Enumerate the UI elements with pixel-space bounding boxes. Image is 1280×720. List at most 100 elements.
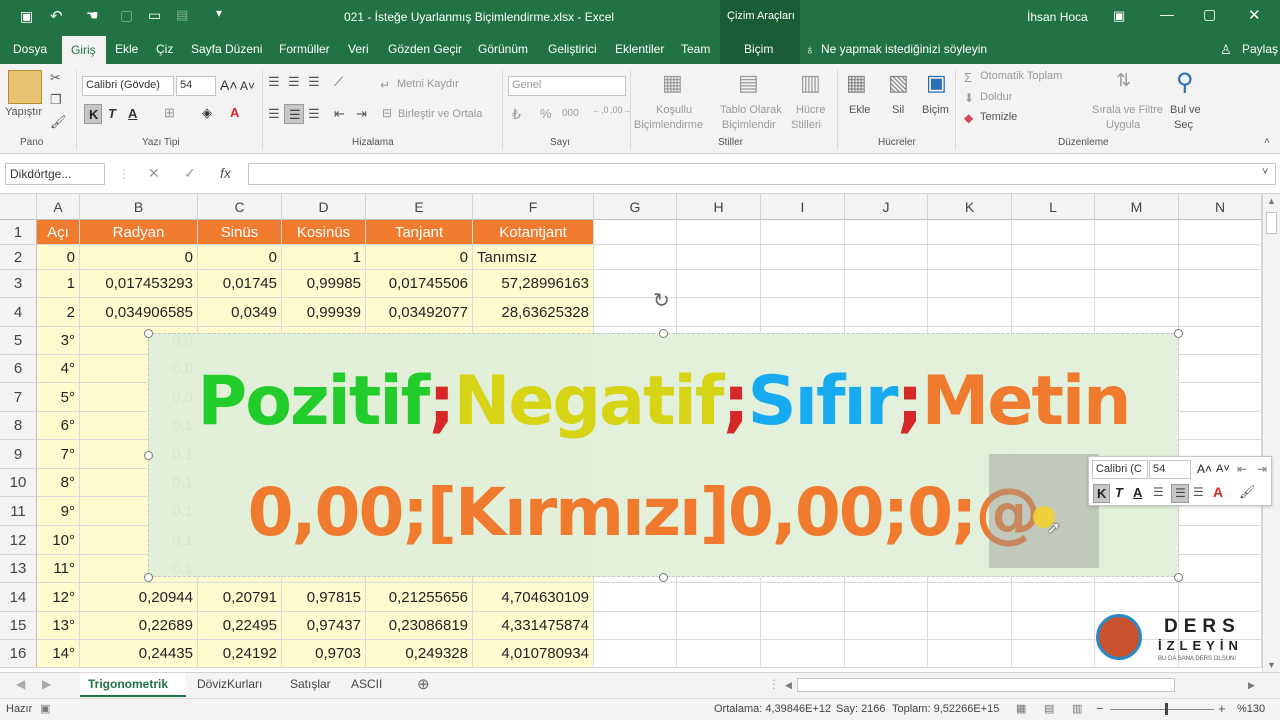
align-top-icon[interactable]: ☰ <box>268 74 280 90</box>
tab-gorunum[interactable]: Görünüm <box>478 42 528 56</box>
share-button[interactable]: Paylaş <box>1242 42 1278 56</box>
find-select-label2[interactable]: Seç <box>1174 119 1193 131</box>
scroll-down-icon[interactable]: ▼ <box>1267 660 1276 670</box>
delete-cells-icon[interactable]: ▧ <box>888 70 909 96</box>
table-cell[interactable]: 1 <box>282 245 366 270</box>
rotate-handle-icon[interactable]: ↻ <box>653 288 670 313</box>
decrease-decimal-icon[interactable]: ,00→ <box>610 105 632 115</box>
table-cell[interactable]: 0 <box>80 245 198 270</box>
cell[interactable] <box>1179 245 1262 270</box>
cell[interactable] <box>1179 383 1262 412</box>
table-cell[interactable]: 0 <box>198 245 282 270</box>
table-header-cell[interactable]: Sinüs <box>198 220 282 245</box>
zoom-slider-track[interactable] <box>1110 709 1214 710</box>
tab-formuller[interactable]: Formüller <box>279 42 330 56</box>
table-header-cell[interactable]: Tanjant <box>366 220 473 245</box>
column-header[interactable]: H <box>677 194 761 220</box>
row-header[interactable]: 9 <box>0 440 37 469</box>
autosum-button[interactable]: Otomatik Toplam <box>980 70 1062 82</box>
border-icon[interactable]: ⊞ <box>164 105 175 121</box>
percent-button[interactable]: % <box>540 106 552 121</box>
cell[interactable] <box>928 270 1012 298</box>
table-cell[interactable]: 0,99985 <box>282 270 366 298</box>
normal-view-icon[interactable]: ▦ <box>1016 702 1026 715</box>
tab-veri[interactable]: Veri <box>348 42 369 56</box>
mini-italic-button[interactable]: T <box>1115 485 1123 500</box>
table-cell[interactable]: 0,20791 <box>198 583 282 612</box>
cell[interactable] <box>1012 245 1095 270</box>
mini-indent-left-icon[interactable]: ⇤ <box>1237 462 1247 476</box>
cell[interactable] <box>1012 612 1095 640</box>
autosum-icon[interactable]: Σ <box>964 70 972 85</box>
resize-handle-tr[interactable] <box>1174 329 1183 338</box>
cell[interactable] <box>761 298 845 327</box>
table-cell[interactable]: 0,99939 <box>282 298 366 327</box>
table-cell[interactable]: 4,331475874 <box>473 612 594 640</box>
resize-handle-ml[interactable] <box>144 451 153 460</box>
mini-format-painter-icon[interactable]: 🖌 <box>1239 484 1256 500</box>
mini-grow-icon[interactable]: A˄ <box>1197 462 1212 476</box>
sheet-tab-trigonometrik[interactable]: Trigonometrik <box>80 673 186 697</box>
cell[interactable] <box>677 583 761 612</box>
currency-icon[interactable]: ₺ <box>512 106 521 123</box>
cell[interactable] <box>1012 270 1095 298</box>
table-cell[interactable]: 1 <box>37 270 80 298</box>
mini-font-color-icon[interactable]: A <box>1213 484 1223 500</box>
row-header[interactable]: 1 <box>0 220 37 245</box>
vertical-scrollbar[interactable]: ▲ ▼ <box>1262 194 1280 672</box>
next-sheet-icon[interactable]: ▶ <box>42 677 51 691</box>
table-cell[interactable]: 0,249328 <box>366 640 473 668</box>
column-header[interactable]: I <box>761 194 845 220</box>
row-header[interactable]: 6 <box>0 355 37 383</box>
touch-mode-icon[interactable]: ☚ <box>86 7 99 24</box>
print-preview-icon[interactable]: ▤ <box>176 7 188 23</box>
conditional-format-label1[interactable]: Koşullu <box>656 104 692 116</box>
maximize-icon[interactable]: ▢ <box>1203 6 1216 23</box>
cell[interactable] <box>1179 220 1262 245</box>
mini-size-box[interactable]: 54 <box>1149 460 1191 479</box>
column-header[interactable]: J <box>845 194 928 220</box>
cell[interactable] <box>677 640 761 668</box>
row-header[interactable]: 8 <box>0 412 37 440</box>
row-header[interactable]: 5 <box>0 327 37 355</box>
collapse-ribbon-icon[interactable]: ˄ <box>1264 136 1270 147</box>
mini-align-right-icon[interactable]: ☰ <box>1193 485 1204 499</box>
cell[interactable] <box>677 245 761 270</box>
row-header[interactable]: 2 <box>0 245 37 270</box>
formula-input[interactable] <box>248 163 1276 185</box>
tab-gozden-gecir[interactable]: Gözden Geçir <box>388 42 462 56</box>
sort-filter-icon[interactable]: ⇅ <box>1116 70 1131 91</box>
fill-color-icon[interactable]: ◈ <box>202 105 212 121</box>
expand-formula-icon[interactable]: ˅ <box>1262 166 1268 178</box>
wrap-text-button[interactable]: Metni Kaydır <box>397 78 459 90</box>
row-header[interactable]: 3 <box>0 270 37 298</box>
format-cells-icon[interactable]: ▣ <box>926 70 947 96</box>
resize-handle-tc[interactable] <box>659 329 668 338</box>
shrink-font-icon[interactable]: A˅ <box>240 79 255 93</box>
table-header-cell[interactable]: Kosinüs <box>282 220 366 245</box>
cell[interactable] <box>845 270 928 298</box>
row-header[interactable]: 10 <box>0 469 37 497</box>
zoom-level[interactable]: %130 <box>1237 703 1265 715</box>
table-cell[interactable]: 8° <box>37 469 80 497</box>
column-header[interactable]: L <box>1012 194 1095 220</box>
cell[interactable] <box>1179 298 1262 327</box>
sheet-tab-ascii[interactable]: ASCII <box>351 677 382 691</box>
number-format-box[interactable]: Genel <box>508 76 626 96</box>
format-painter-icon[interactable]: 🖌 <box>50 114 67 130</box>
cell[interactable] <box>1095 220 1179 245</box>
cell[interactable] <box>761 583 845 612</box>
orientation-icon[interactable]: ⟋ <box>334 74 343 90</box>
format-cells-button[interactable]: Biçim <box>922 104 949 116</box>
table-cell[interactable]: 0,21255656 <box>366 583 473 612</box>
align-right-icon[interactable]: ☰ <box>308 106 320 122</box>
cell[interactable] <box>1012 583 1095 612</box>
zoom-slider-thumb[interactable] <box>1165 703 1168 715</box>
table-cell[interactable]: 6° <box>37 412 80 440</box>
italic-button[interactable]: T <box>108 106 116 121</box>
row-header[interactable]: 7 <box>0 383 37 412</box>
table-cell[interactable]: 4,010780934 <box>473 640 594 668</box>
prev-sheet-icon[interactable]: ◀ <box>16 677 25 691</box>
table-cell[interactable]: 0,034906585 <box>80 298 198 327</box>
tab-bicim[interactable]: Biçim <box>720 34 800 64</box>
